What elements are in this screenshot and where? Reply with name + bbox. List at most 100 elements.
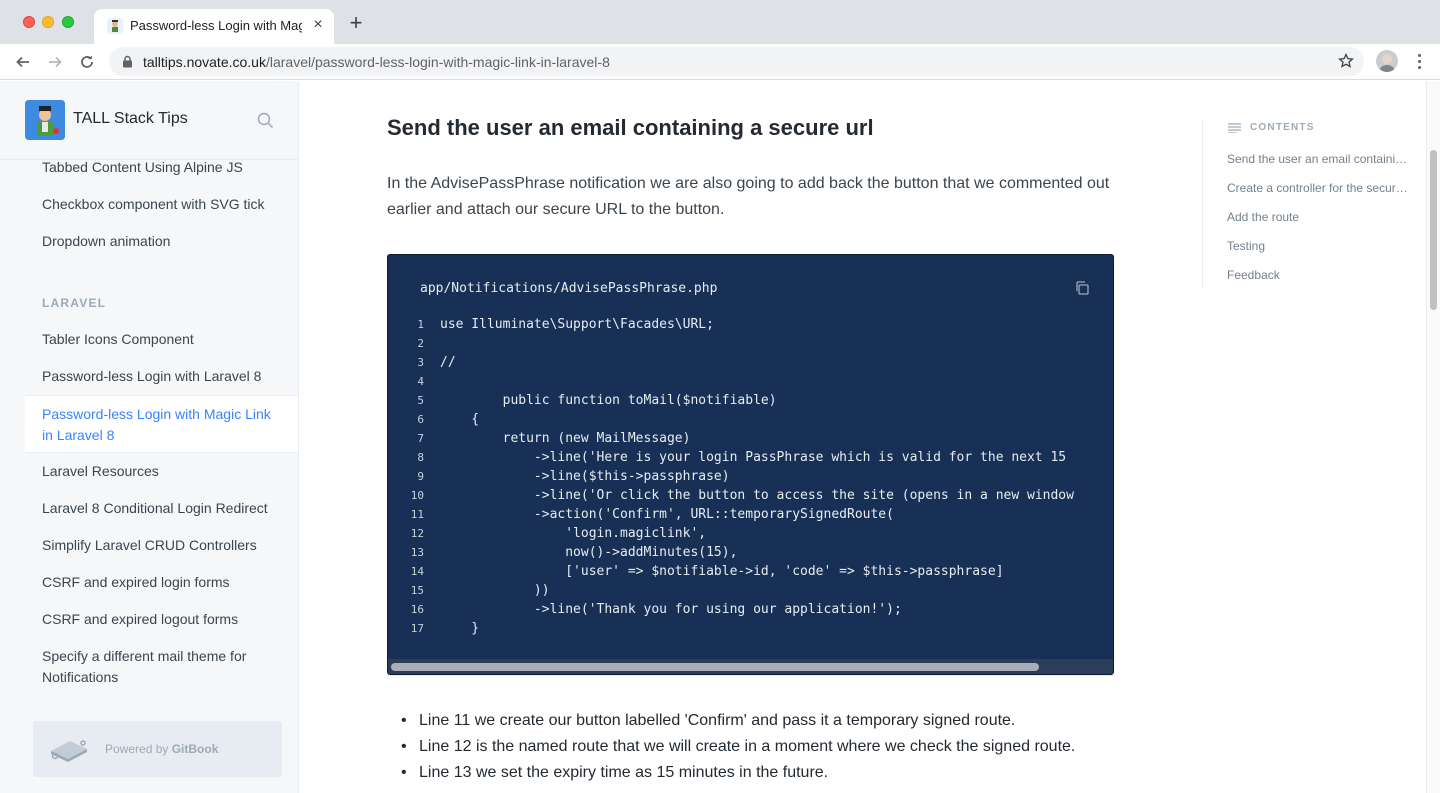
sidebar-item-passwordless-login[interactable]: Password-less Login with Laravel 8 — [42, 366, 261, 387]
code-line-number: 16 — [410, 603, 424, 616]
code-line: 1 use Illuminate\Support\Facades\URL; — [388, 315, 1113, 334]
sidebar-item-dropdown-animation[interactable]: Dropdown animation — [42, 231, 170, 252]
powered-by-gitbook[interactable]: Powered by GitBook — [33, 721, 282, 777]
code-line-text: // — [440, 355, 456, 370]
powered-by-text: Powered by GitBook — [105, 742, 218, 756]
code-line: 10 ->line('Or click the button to access… — [388, 486, 1113, 505]
tab-title: Password-less Login with Magic Link in L… — [130, 18, 302, 33]
sidebar-item-tabler-icons[interactable]: Tabler Icons Component — [42, 329, 194, 350]
code-line-number: 5 — [417, 394, 424, 407]
code-line-text: } — [440, 621, 480, 636]
sidebar: TALL Stack Tips Tabbed Content Using Alp… — [0, 81, 299, 793]
browser-menu-icon[interactable] — [1409, 51, 1429, 71]
gitbook-logo-icon — [48, 734, 90, 769]
sidebar-item-conditional-login-redirect[interactable]: Laravel 8 Conditional Login Redirect — [42, 498, 268, 519]
close-window-button[interactable] — [23, 16, 35, 28]
sidebar-item-mail-theme[interactable]: Specify a different mail theme for Notif… — [42, 646, 272, 688]
explanation-list: Line 11 we create our button labelled 'C… — [387, 708, 1127, 786]
code-line: 13 now()->addMinutes(15), — [388, 543, 1113, 562]
code-line-number: 8 — [417, 451, 424, 464]
code-filename: app/Notifications/AdvisePassPhrase.php — [420, 281, 718, 296]
back-arrow-icon[interactable] — [11, 50, 35, 74]
code-line: 3 // — [388, 353, 1113, 372]
code-line: 7 return (new MailMessage) — [388, 429, 1113, 448]
page-vertical-scrollbar[interactable] — [1426, 81, 1440, 793]
code-line: 12 'login.magiclink', — [388, 524, 1113, 543]
new-tab-button[interactable]: + — [346, 12, 366, 34]
browser-tab-bar: Password-less Login with Magic Link in L… — [0, 0, 1440, 44]
list-item: Line 12 is the named route that we will … — [387, 734, 1127, 760]
table-of-contents: CONTENTS Send the user an email containi… — [1202, 119, 1412, 289]
profile-avatar[interactable] — [1376, 50, 1398, 72]
reload-icon[interactable] — [75, 50, 99, 74]
sidebar-header: TALL Stack Tips — [0, 81, 298, 160]
code-line-number: 9 — [417, 470, 424, 483]
code-line-text: use Illuminate\Support\Facades\URL; — [440, 317, 714, 332]
code-line-number: 12 — [410, 527, 424, 540]
code-line-number: 2 — [417, 337, 424, 350]
copy-icon[interactable] — [1074, 280, 1090, 301]
code-line-text: ->action('Confirm', URL::temporarySigned… — [440, 507, 894, 522]
code-divider — [387, 675, 1114, 676]
sidebar-item-csrf-logout[interactable]: CSRF and expired logout forms — [42, 609, 238, 630]
code-line-text: ->line($this->passphrase) — [440, 469, 730, 484]
section-heading: Send the user an email containing a secu… — [387, 115, 874, 140]
code-line-number: 7 — [417, 432, 424, 445]
forward-arrow-icon[interactable] — [43, 50, 67, 74]
code-line-number: 3 — [417, 356, 424, 369]
url-text: talltips.novate.co.uk/laravel/password-l… — [143, 54, 610, 70]
powered-by-brand: GitBook — [171, 742, 219, 756]
code-line: 16 ->line('Thank you for using our appli… — [388, 600, 1113, 619]
toc-item-add-route[interactable]: Add the route — [1227, 210, 1409, 224]
page-scrollbar-thumb[interactable] — [1430, 150, 1437, 310]
code-line: 6 { — [388, 410, 1113, 429]
toc-item-feedback[interactable]: Feedback — [1227, 268, 1409, 282]
site-title[interactable]: TALL Stack Tips — [73, 110, 188, 128]
browser-tab[interactable]: Password-less Login with Magic Link in L… — [94, 9, 334, 44]
minimize-window-button[interactable] — [42, 16, 54, 28]
code-line: 8 ->line('Here is your login PassPhrase … — [388, 448, 1113, 467]
toc-item-create-controller[interactable]: Create a controller for the secure url — [1227, 181, 1409, 195]
url-path: /laravel/password-less-login-with-magic-… — [265, 54, 610, 70]
powered-by-prefix: Powered by — [105, 742, 172, 756]
toc-item-testing[interactable]: Testing — [1227, 239, 1409, 253]
sidebar-section-laravel: LARAVEL — [42, 296, 107, 310]
bookmark-star-icon[interactable] — [1338, 52, 1354, 74]
toc-item-send-email[interactable]: Send the user an email containing a secu… — [1227, 152, 1409, 166]
tab-close-icon[interactable]: × — [310, 16, 326, 34]
sidebar-item-laravel-resources[interactable]: Laravel Resources — [42, 461, 159, 482]
list-item: Line 13 we set the expiry time as 15 min… — [387, 760, 1127, 786]
code-scrollbar-thumb[interactable] — [391, 663, 1039, 671]
code-line-text: { — [440, 412, 480, 427]
code-line-text: ->line('Here is your login PassPhrase wh… — [440, 450, 1074, 465]
sidebar-item-magic-link-active[interactable]: Password-less Login with Magic Link in L… — [25, 395, 298, 453]
code-line-number: 17 — [410, 622, 424, 635]
site-favicon-icon — [107, 18, 123, 34]
code-horizontal-scrollbar[interactable] — [388, 659, 1113, 674]
site-logo[interactable] — [25, 100, 65, 140]
url-host: talltips.novate.co.uk — [143, 54, 266, 70]
code-line: 11 ->action('Confirm', URL::temporarySig… — [388, 505, 1113, 524]
code-line-text: )) — [440, 583, 550, 598]
code-block: app/Notifications/AdvisePassPhrase.php 1… — [387, 254, 1114, 675]
sidebar-item-csrf-login[interactable]: CSRF and expired login forms — [42, 572, 230, 593]
code-line-number: 15 — [410, 584, 424, 597]
search-icon[interactable] — [257, 112, 274, 134]
browser-toolbar: talltips.novate.co.uk/laravel/password-l… — [0, 44, 1440, 80]
code-line-text: ['user' => $notifiable->id, 'code' => $t… — [440, 564, 1004, 579]
list-item: Line 11 we create our button labelled 'C… — [387, 708, 1127, 734]
sidebar-item-crud-controllers[interactable]: Simplify Laravel CRUD Controllers — [42, 535, 257, 556]
sidebar-item-checkbox-component[interactable]: Checkbox component with SVG tick — [42, 194, 265, 215]
maximize-window-button[interactable] — [62, 16, 74, 28]
code-line: 15 )) — [388, 581, 1113, 600]
code-line-text: return (new MailMessage) — [440, 431, 691, 446]
sidebar-item-tabbed-content[interactable]: Tabbed Content Using Alpine JS — [42, 157, 243, 178]
lock-icon — [122, 55, 133, 73]
contents-list-icon — [1228, 122, 1241, 134]
intro-paragraph: In the AdvisePassPhrase notification we … — [387, 175, 1110, 218]
code-line: 5 public function toMail($notifiable) — [388, 391, 1113, 410]
code-line-number: 14 — [410, 565, 424, 578]
address-bar[interactable]: talltips.novate.co.uk/laravel/password-l… — [109, 47, 1364, 76]
code-line-number: 11 — [410, 508, 424, 521]
code-line-number: 10 — [410, 489, 424, 502]
